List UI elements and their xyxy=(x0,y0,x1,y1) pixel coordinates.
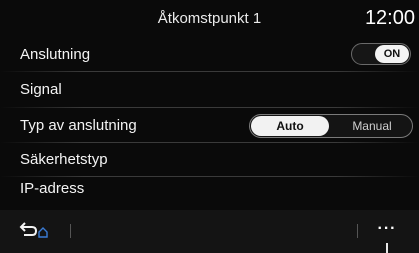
setting-label-security-type: Säkerhetstyp xyxy=(20,151,108,168)
more-indicator xyxy=(386,243,388,253)
setting-row-signal[interactable]: Signal xyxy=(0,73,419,105)
bar-divider xyxy=(70,224,71,238)
divider xyxy=(0,71,419,72)
setting-row-connection[interactable]: Anslutning ON xyxy=(0,38,419,70)
divider xyxy=(0,107,419,108)
bottom-bar: ··· xyxy=(0,210,419,253)
more-options-icon[interactable]: ··· xyxy=(377,220,397,238)
setting-label-ip-address: IP-adress xyxy=(20,180,85,197)
clock: 12:00 xyxy=(364,7,415,29)
toggle-state-label: ON xyxy=(375,45,409,63)
option-auto[interactable]: Auto xyxy=(251,116,329,136)
setting-label-signal: Signal xyxy=(20,81,62,98)
top-bar: Åtkomstpunkt 1 12:00 xyxy=(0,0,419,40)
setting-row-ip-address[interactable]: IP-adress xyxy=(0,172,419,204)
page-title: Åtkomstpunkt 1 xyxy=(157,10,262,27)
setting-row-security-type[interactable]: Säkerhetstyp xyxy=(0,143,419,175)
back-home-icon[interactable] xyxy=(18,221,52,239)
access-point-settings-screen: Åtkomstpunkt 1 12:00 Anslutning ON Signa… xyxy=(0,0,419,253)
setting-row-connection-type: Typ av anslutning Auto Manual xyxy=(0,109,419,141)
setting-label-connection: Anslutning xyxy=(20,46,91,63)
option-manual[interactable]: Manual xyxy=(332,115,412,137)
setting-label-connection-type: Typ av anslutning xyxy=(20,117,137,134)
bar-divider xyxy=(357,224,358,238)
connection-type-segmented-control[interactable]: Auto Manual xyxy=(249,114,413,138)
connection-toggle[interactable]: ON xyxy=(351,43,411,65)
